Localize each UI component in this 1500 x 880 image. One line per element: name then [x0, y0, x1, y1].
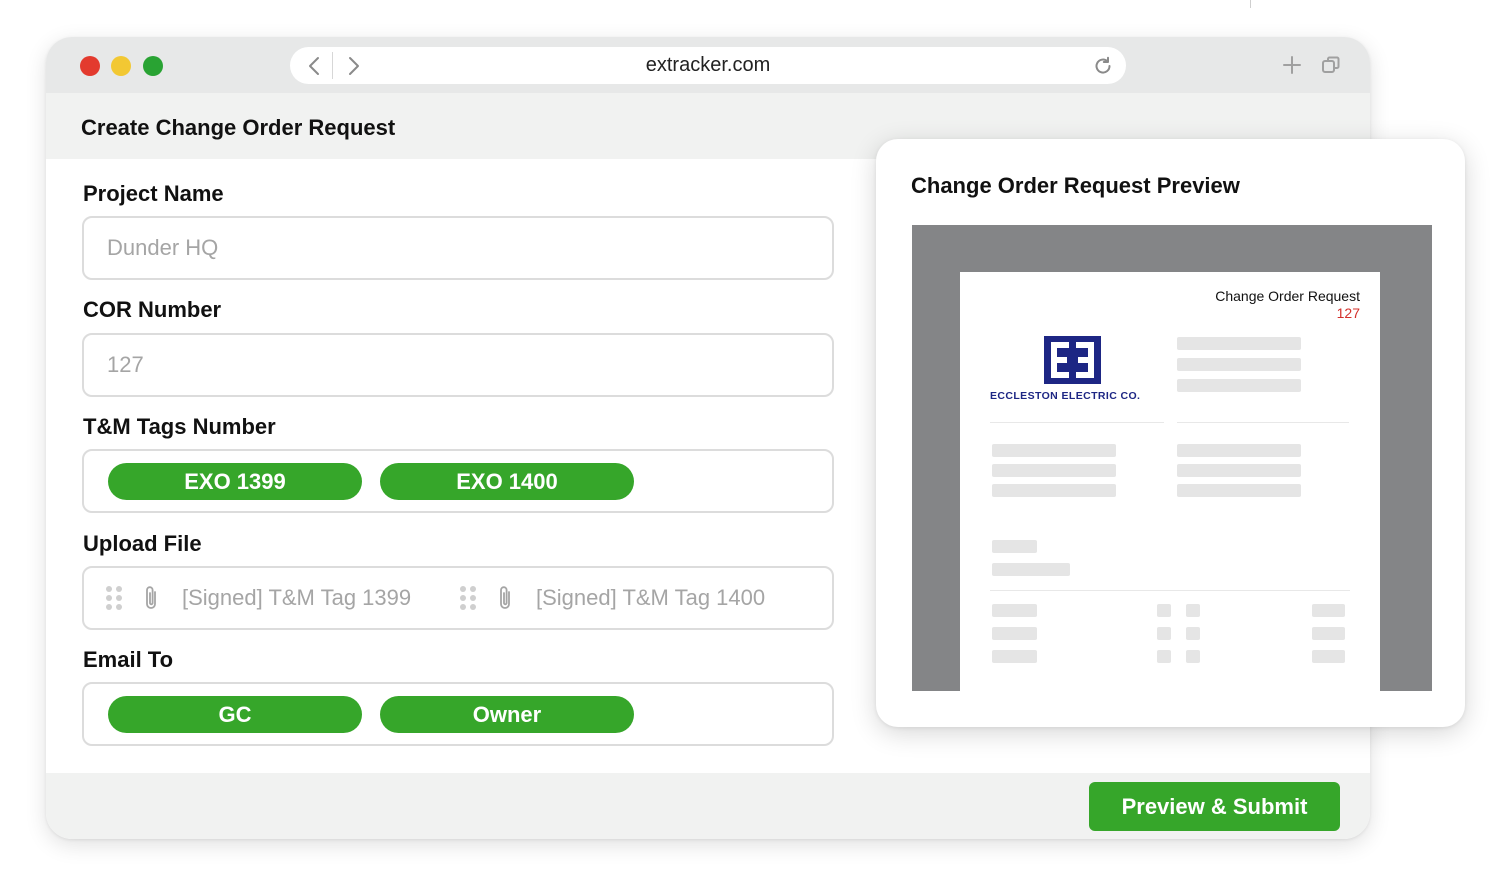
placeholder-line [992, 464, 1116, 477]
placeholder-line [1312, 627, 1345, 640]
upload-file-field[interactable]: [Signed] T&M Tag 1399 [Signed] T&M Tag 1… [82, 566, 834, 630]
minimize-window-button[interactable] [111, 56, 131, 76]
document-number: 127 [1336, 305, 1360, 321]
file-name: [Signed] T&M Tag 1400 [536, 585, 766, 610]
tm-tags-field[interactable]: EXO 1399 EXO 1400 [82, 449, 834, 513]
plus-icon [1283, 56, 1301, 74]
forward-button[interactable] [334, 47, 374, 84]
email-to-label: Email To [83, 647, 174, 672]
nav-separator [332, 52, 333, 79]
chevron-left-icon [309, 56, 319, 75]
placeholder-line [992, 484, 1116, 497]
placeholder-line [1177, 464, 1301, 477]
address-bar[interactable]: extracker.com [290, 47, 1126, 84]
preview-panel: Change Order Request Preview Change Orde… [876, 139, 1465, 727]
placeholder-cell [1186, 650, 1200, 663]
placeholder-line [992, 540, 1037, 553]
preview-title: Change Order Request Preview [911, 173, 1240, 198]
placeholder-cell [1157, 627, 1171, 640]
company-name: ECCLESTON ELECTRIC CO. [990, 390, 1141, 402]
placeholder-line [1177, 358, 1301, 371]
chevron-right-icon [349, 56, 359, 75]
divider [990, 422, 1164, 423]
tabs-overview-button[interactable] [1319, 53, 1343, 77]
paperclip-icon [142, 584, 160, 612]
reload-icon [1095, 56, 1111, 74]
cor-number-value: 127 [107, 352, 144, 377]
drag-handle-icon[interactable] [460, 586, 476, 610]
cor-number-label: COR Number [83, 297, 222, 322]
new-tab-button[interactable] [1280, 53, 1304, 77]
placeholder-line [992, 444, 1116, 457]
placeholder-line [1177, 484, 1301, 497]
uploaded-file[interactable]: [Signed] T&M Tag 1400 [460, 568, 765, 628]
upload-file-label: Upload File [83, 531, 202, 556]
reload-button[interactable] [1086, 47, 1120, 84]
company-logo-icon [1044, 336, 1101, 384]
maximize-window-button[interactable] [143, 56, 163, 76]
copy-tabs-icon [1322, 56, 1340, 73]
preview-submit-button[interactable]: Preview & Submit [1089, 782, 1340, 831]
form-footer: Preview & Submit [46, 773, 1370, 839]
paperclip-icon [496, 584, 514, 612]
drag-handle-icon[interactable] [106, 586, 122, 610]
page-title: Create Change Order Request [81, 115, 396, 140]
tag-chip-exo-1400[interactable]: EXO 1400 [380, 463, 634, 500]
browser-titlebar: extracker.com [46, 37, 1370, 93]
placeholder-line [1177, 379, 1301, 392]
corner-divider [1250, 0, 1251, 8]
file-name: [Signed] T&M Tag 1399 [182, 585, 412, 610]
project-name-field[interactable]: Dunder HQ [82, 216, 834, 280]
project-name-value: Dunder HQ [107, 235, 219, 260]
document-page: Change Order Request 127 ECCLESTON ELECT… [960, 272, 1380, 691]
placeholder-cell [1157, 650, 1171, 663]
url-text[interactable]: extracker.com [290, 47, 1126, 84]
placeholder-line [992, 627, 1037, 640]
tag-chip-exo-1399[interactable]: EXO 1399 [108, 463, 362, 500]
email-to-field[interactable]: GC Owner [82, 682, 834, 746]
placeholder-line [992, 604, 1037, 617]
placeholder-line [1177, 444, 1301, 457]
tm-tags-label: T&M Tags Number [83, 414, 276, 439]
placeholder-line [1177, 337, 1301, 350]
placeholder-line [992, 563, 1070, 576]
recipient-chip-owner[interactable]: Owner [380, 696, 634, 733]
recipient-chip-gc[interactable]: GC [108, 696, 362, 733]
divider [990, 590, 1350, 591]
document-preview-frame[interactable]: Change Order Request 127 ECCLESTON ELECT… [912, 225, 1432, 691]
document-title: Change Order Request [1215, 288, 1360, 304]
placeholder-cell [1157, 604, 1171, 617]
divider [1177, 422, 1349, 423]
back-button[interactable] [294, 47, 334, 84]
close-window-button[interactable] [80, 56, 100, 76]
placeholder-line [1312, 604, 1345, 617]
uploaded-file[interactable]: [Signed] T&M Tag 1399 [106, 568, 411, 628]
placeholder-cell [1186, 627, 1200, 640]
cor-number-field[interactable]: 127 [82, 333, 834, 397]
placeholder-line [1312, 650, 1345, 663]
project-name-label: Project Name [83, 181, 224, 206]
placeholder-cell [1186, 604, 1200, 617]
placeholder-line [992, 650, 1037, 663]
